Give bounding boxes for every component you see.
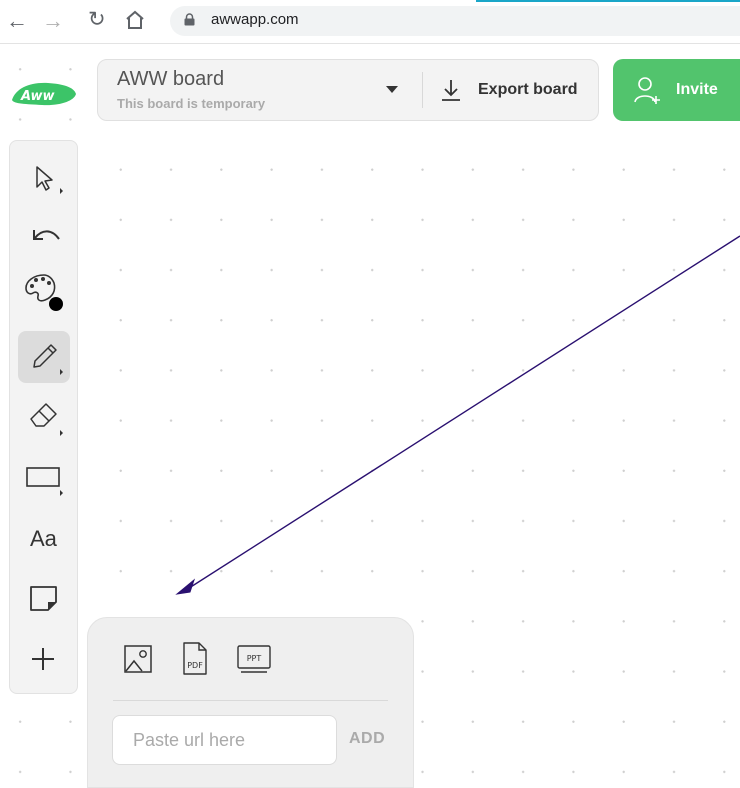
export-board-button[interactable]: Export board <box>478 81 578 99</box>
add-url-button[interactable]: ADD <box>349 730 385 748</box>
export-download-icon[interactable] <box>440 78 462 102</box>
eraser-icon <box>30 403 63 436</box>
pencil-tool[interactable] <box>18 331 70 383</box>
pdf-icon[interactable]: PDF <box>181 642 209 676</box>
add-user-icon[interactable] <box>633 76 663 104</box>
add-tool[interactable] <box>18 633 70 685</box>
board-menu-caret-icon[interactable] <box>386 86 398 93</box>
ppt-label: PPT <box>247 654 262 663</box>
panel-divider <box>113 700 388 701</box>
text-tool[interactable]: Aa <box>30 526 57 552</box>
svg-text:Aww: Aww <box>20 89 55 104</box>
forward-icon[interactable]: → <box>42 8 64 34</box>
plus-icon <box>32 648 54 670</box>
pdf-label: PDF <box>187 661 203 670</box>
rectangle-icon <box>26 467 63 496</box>
eraser-tool[interactable] <box>18 390 70 442</box>
select-tool[interactable] <box>18 154 70 206</box>
palette-icon <box>25 274 63 311</box>
url-text: awwapp.com <box>211 11 299 28</box>
cursor-icon <box>36 166 63 194</box>
sticky-note-tool[interactable] <box>18 572 70 624</box>
header-divider <box>422 72 423 108</box>
invite-label[interactable]: Invite <box>676 81 718 99</box>
undo-arrow-icon <box>33 230 60 240</box>
lock-icon <box>184 13 195 26</box>
pencil-icon <box>33 344 63 375</box>
url-input[interactable] <box>112 715 337 765</box>
board-title[interactable]: AWW board <box>117 68 224 91</box>
ppt-icon[interactable]: PPT <box>237 645 271 675</box>
board-subtitle: This board is temporary <box>117 96 266 111</box>
undo-tool[interactable] <box>18 208 70 260</box>
image-icon[interactable] <box>124 645 152 673</box>
home-icon[interactable] <box>124 9 146 31</box>
reload-icon[interactable]: ↻ <box>88 7 106 33</box>
color-tool[interactable] <box>18 262 70 314</box>
shape-tool[interactable] <box>18 450 70 502</box>
back-icon[interactable]: ← <box>6 8 28 34</box>
sticky-note-icon <box>30 586 57 611</box>
browser-accent-line <box>476 0 740 2</box>
aww-logo-icon[interactable]: Aww <box>8 74 78 110</box>
